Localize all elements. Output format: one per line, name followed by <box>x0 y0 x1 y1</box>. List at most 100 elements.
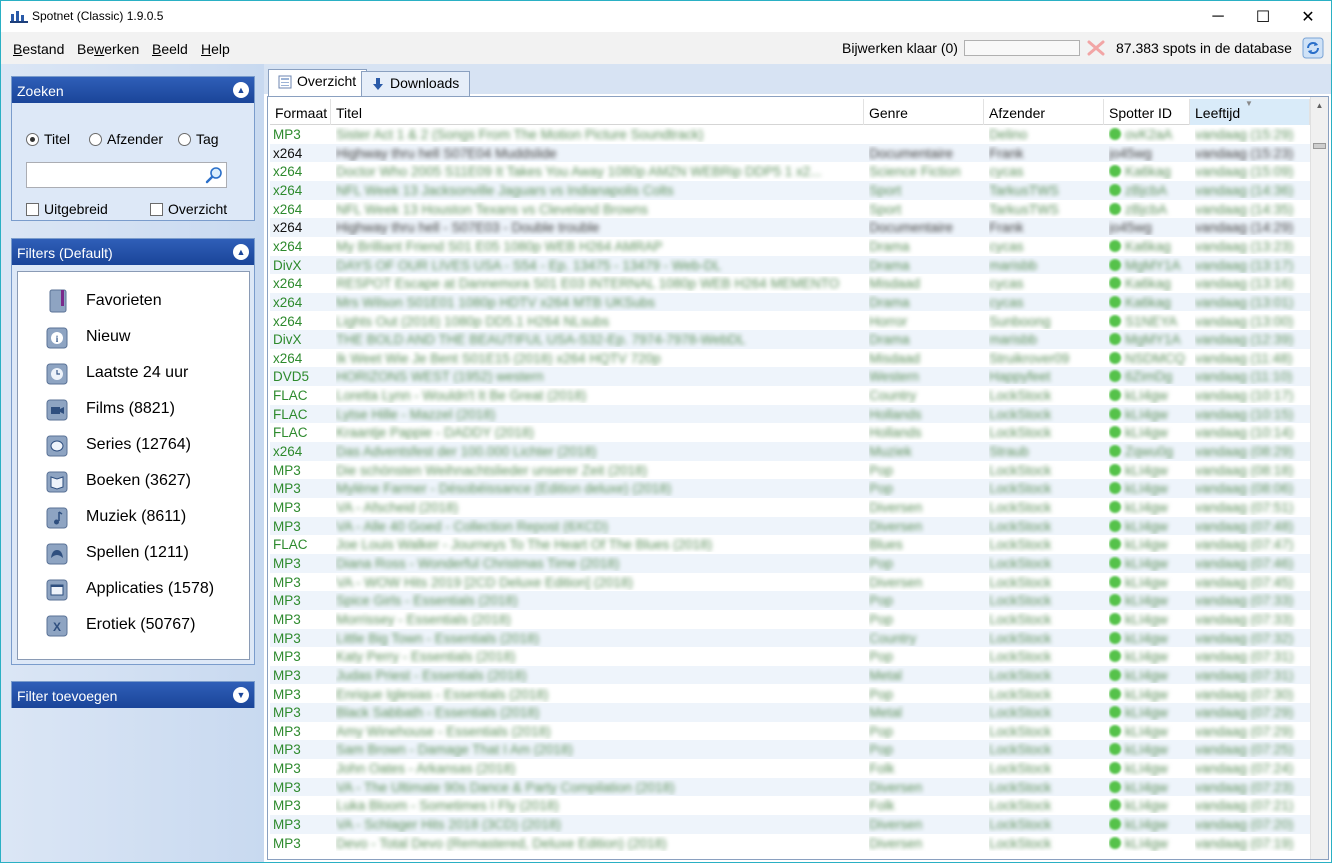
scroll-thumb[interactable] <box>1313 143 1326 149</box>
expand-add-filter-icon[interactable]: ▼ <box>233 687 249 703</box>
spotter-status-icon <box>1109 445 1121 458</box>
table-row[interactable]: x264 Mrs Wilson S01E01 1080p HDTV x264 MT… <box>270 292 1310 312</box>
table-row[interactable]: x264 Lights Out (2016) 1080p DD5.1 H264 N… <box>270 312 1310 331</box>
menu-help[interactable]: Help <box>201 41 230 57</box>
filter-item[interactable]: X Erotiek (50767) <box>18 608 249 644</box>
checkbox-overzicht[interactable]: Overzicht <box>150 201 227 217</box>
cell-genre-text: Misdaad <box>869 350 921 366</box>
table-row[interactable]: MP3 Black Sabbath - Essentials (2018) Meta… <box>270 703 1310 722</box>
collapse-search-icon[interactable]: ▲ <box>233 82 249 98</box>
menu-beeld[interactable]: Beeld <box>152 41 188 57</box>
table-row[interactable]: MP3 Sam Brown - Damage That I Am (2018) Po… <box>270 740 1310 760</box>
table-row[interactable]: MP3 VA - Afscheid (2018) Diversen LockStock… <box>270 498 1310 517</box>
minimize-button[interactable]: ─ <box>1195 1 1241 32</box>
tab-downloads[interactable]: Downloads <box>361 71 471 96</box>
radio-titel-dot[interactable] <box>26 132 39 146</box>
radio-afzender-dot[interactable] <box>89 132 102 146</box>
filter-item[interactable]: Applicaties (1578) <box>18 572 249 608</box>
filter-item[interactable]: Muziek (8611) <box>18 500 249 536</box>
table-row[interactable]: MP3 Mylène Farmer - Désobéissance (Editio… <box>270 479 1310 498</box>
cell-age: vandaag (07:25) <box>1195 742 1307 757</box>
column-header-afzender[interactable]: Afzender <box>984 99 1104 125</box>
cell-sender-text: Happyfeet <box>989 369 1051 385</box>
table-row[interactable]: MP3 Die schönsten Weihnachtslieder unsere… <box>270 461 1310 480</box>
cell-title-text: Little Big Town - Essentials (2018) <box>336 630 540 646</box>
table-row[interactable]: MP3 Little Big Town - Essentials (2018) Co… <box>270 628 1310 648</box>
column-header-formaat[interactable]: Formaat <box>270 99 331 125</box>
table-row[interactable]: DivX THE BOLD AND THE BEAUTIFUL USA-S32-E… <box>270 330 1310 349</box>
checkbox-overzicht-box[interactable] <box>150 202 163 216</box>
table-row[interactable]: MP3 Katy Perry - Essentials (2018) Pop Lock… <box>270 647 1310 666</box>
search-icon[interactable] <box>205 166 223 184</box>
vertical-scrollbar[interactable]: ▲ <box>1310 97 1328 859</box>
filters-panel-header[interactable]: Filters (Default) ▲ <box>12 239 254 265</box>
radio-titel[interactable]: Titel <box>26 131 70 147</box>
cell-genre: Country <box>869 388 984 403</box>
table-row[interactable]: x264 RESPOT Escape at Dannemora S01 E03 I… <box>270 274 1310 293</box>
cell-age: vandaag (08:29) <box>1195 444 1307 459</box>
checkbox-uitgebreid-box[interactable] <box>26 202 39 216</box>
table-row[interactable]: DivX DAYS OF OUR LIVES USA - S54 - Ep. 13… <box>270 255 1310 275</box>
table-row[interactable]: MP3 Judas Priest - Essentials (2018) Metal… <box>270 665 1310 685</box>
table-row[interactable]: MP3 Sister Act 1 & 2 (Songs From The Moti… <box>270 125 1310 144</box>
cell-spotter-id: kLI4gw <box>1109 388 1189 403</box>
table-row[interactable]: MP3 Devo - Total Devo (Remastered, Deluxe… <box>270 834 1310 853</box>
filter-item[interactable]: Boeken (3627) <box>18 464 249 500</box>
search-input[interactable] <box>26 162 227 188</box>
cell-title-text: Ik Weet Wie Je Bent S01E15 (2018) x264 H… <box>336 350 661 366</box>
table-row[interactable]: MP3 Amy Winehouse - Essentials (2018) Pop L… <box>270 722 1310 741</box>
filter-item[interactable]: Films (8821) <box>18 392 249 428</box>
table-row[interactable]: MP3 Diana Ross - Wonderful Christmas Time… <box>270 553 1310 573</box>
cell-spotter-id-text: kLI4gw <box>1125 593 1168 609</box>
table-row[interactable]: MP3 Luka Bloom - Sometimes I Fly (2018) Fo… <box>270 796 1310 815</box>
refresh-icon[interactable] <box>1302 37 1324 59</box>
maximize-button[interactable]: ☐ <box>1240 1 1286 32</box>
table-row[interactable]: FLAC Kraantje Pappie - DADDY (2018) Hollan… <box>270 423 1310 442</box>
table-row[interactable]: x264 Highway thru hell - S07E03 - Double … <box>270 218 1310 237</box>
cancel-update-icon[interactable] <box>1086 39 1106 57</box>
table-row[interactable]: x264 NFL Week 13 Jacksonville Jaguars vs … <box>270 180 1310 200</box>
search-panel-header[interactable]: Zoeken ▲ <box>12 77 254 103</box>
table-row[interactable]: MP3 Enrique Iglesias - Essentials (2018) P… <box>270 685 1310 704</box>
menu-bewerken[interactable]: Bewerken <box>77 41 139 57</box>
filter-item[interactable]: Spellen (1211) <box>18 536 249 572</box>
close-button[interactable]: ✕ <box>1285 1 1331 32</box>
cell-title-text: Diana Ross - Wonderful Christmas Time (2… <box>336 555 620 571</box>
spotter-status-icon <box>1109 426 1121 439</box>
column-header-leeftijd[interactable]: Leeftijd ▼ <box>1190 99 1310 125</box>
add-filter-panel-header[interactable]: Filter toevoegen ▼ <box>12 682 254 708</box>
filter-item[interactable]: i Nieuw <box>18 320 249 356</box>
table-row[interactable]: MP3 VA - The Ultimate 90s Dance & Party C… <box>270 777 1310 797</box>
filter-item[interactable]: Laatste 24 uur <box>18 356 249 392</box>
column-header-genre[interactable]: Genre <box>864 99 984 125</box>
table-row[interactable]: MP3 Morrissey - Essentials (2018) Pop LockS… <box>270 610 1310 629</box>
column-header-titel[interactable]: Titel <box>331 99 864 125</box>
cell-age: vandaag (10:14) <box>1195 425 1307 440</box>
tab-overzicht[interactable]: Overzicht <box>268 69 368 96</box>
radio-tag-dot[interactable] <box>178 132 191 146</box>
radio-afzender[interactable]: Afzender <box>89 131 163 147</box>
table-row[interactable]: x264 Highway thru hell S07E04 Muddslide Do… <box>270 143 1310 163</box>
table-row[interactable]: x264 Doctor Who 2005 S11E09 It Takes You … <box>270 162 1310 181</box>
table-row[interactable]: MP3 John Oates - Arkansas (2018) Folk LockS… <box>270 759 1310 778</box>
table-row[interactable]: x264 Das Adventsfest der 100.000 Lichter … <box>270 442 1310 461</box>
filter-item[interactable]: Series (12764) <box>18 428 249 464</box>
table-row[interactable]: x264 Ik Weet Wie Je Bent S01E15 (2018) x2… <box>270 349 1310 368</box>
table-row[interactable]: x264 NFL Week 13 Houston Texans vs Clevel… <box>270 200 1310 219</box>
table-row[interactable]: x264 My Brilliant Friend S01 E05 1080p WE… <box>270 237 1310 256</box>
table-row[interactable]: MP3 Spice Girls - Essentials (2018) Pop Loc… <box>270 591 1310 610</box>
table-row[interactable]: FLAC Loretta Lynn - Wouldn't It Be Great … <box>270 386 1310 405</box>
radio-tag[interactable]: Tag <box>178 131 219 147</box>
table-row[interactable]: DVD5 HORIZONS WEST (1952) western Western H… <box>270 367 1310 387</box>
table-row[interactable]: MP3 VA - Alle 40 Goed - Collection Repost… <box>270 516 1310 536</box>
checkbox-uitgebreid[interactable]: Uitgebreid <box>26 201 108 217</box>
column-header-spotter-id[interactable]: Spotter ID <box>1104 99 1190 125</box>
collapse-filters-icon[interactable]: ▲ <box>233 244 249 260</box>
scroll-up-icon[interactable]: ▲ <box>1311 97 1328 114</box>
filter-item[interactable]: Favorieten <box>18 284 249 320</box>
table-row[interactable]: FLAC Lytse Hille - Mazzel (2018) Hollands L… <box>270 404 1310 424</box>
table-row[interactable]: MP3 VA - Schlager Hits 2018 (3CD) (2018) D… <box>270 815 1310 834</box>
table-row[interactable]: FLAC Joe Louis Walker - Journeys To The H… <box>270 535 1310 554</box>
table-row[interactable]: MP3 VA - WOW Hits 2019 [2CD Deluxe Editio… <box>270 573 1310 592</box>
menu-bestand[interactable]: Bestand <box>13 41 64 57</box>
